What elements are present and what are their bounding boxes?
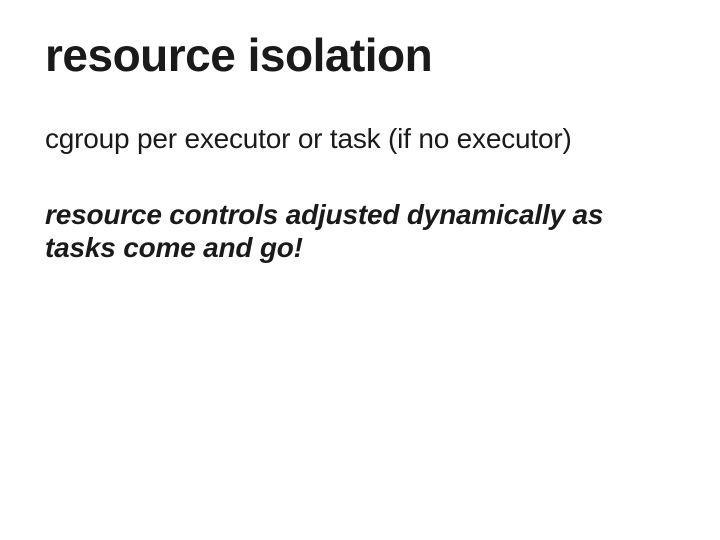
slide-body-line-2: resource controls adjusted dynamically a… [45, 198, 675, 265]
slide-title: resource isolation [45, 30, 675, 81]
slide-body-line-1: cgroup per executor or task (if no execu… [45, 121, 675, 156]
